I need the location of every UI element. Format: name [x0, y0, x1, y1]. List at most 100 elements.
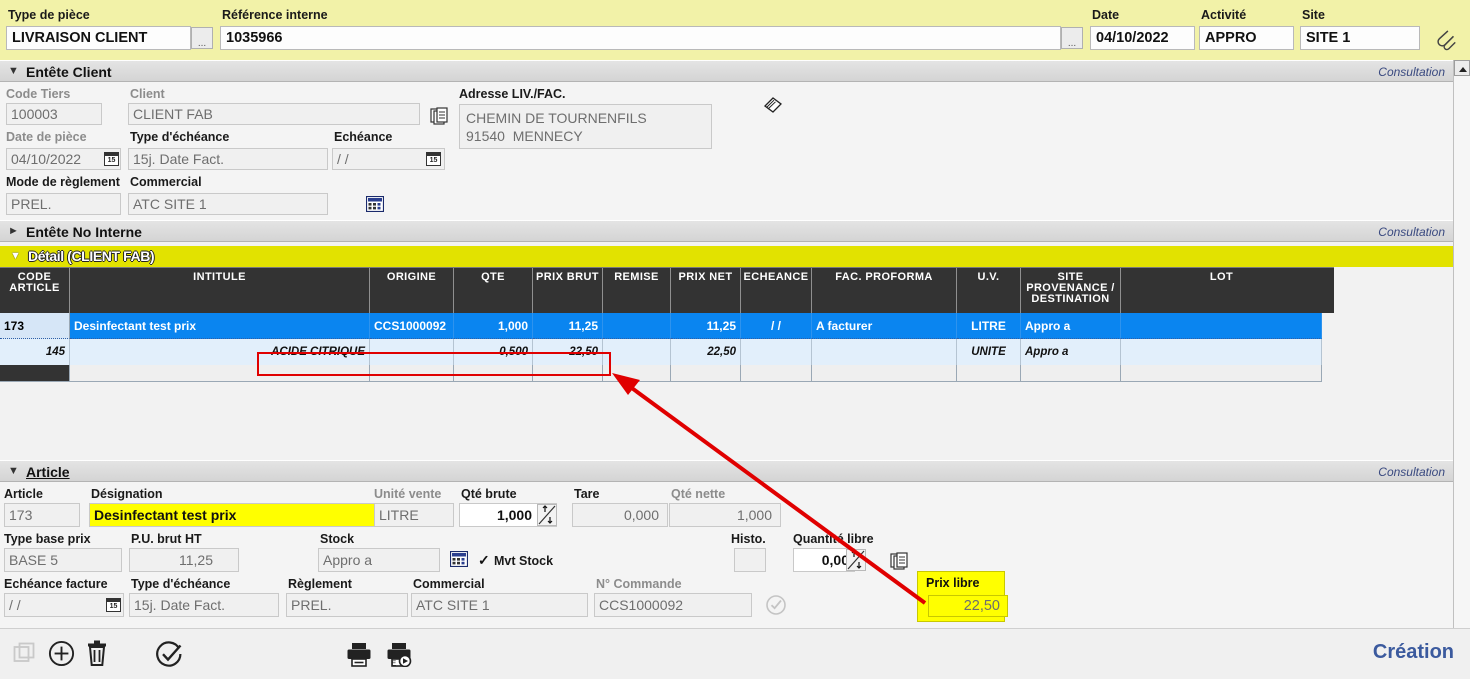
section-header-entete-no-interne[interactable]: ► Entête No Interne Consultation	[0, 220, 1455, 242]
grid-col-header-10[interactable]: SITE PROVENANCE / DESTINATION	[1021, 268, 1121, 313]
spinner-updown-icon[interactable]	[537, 504, 557, 526]
address-book-icon[interactable]	[762, 94, 784, 116]
grid-cell[interactable]: 11,25	[533, 313, 603, 339]
grid-cell[interactable]	[1121, 313, 1322, 339]
grid-cell[interactable]: CCS1000092	[370, 313, 454, 339]
calendar-icon-echeance-facture[interactable]: 15	[106, 598, 121, 612]
grid-col-header-7[interactable]: ECHEANCE	[741, 268, 812, 313]
copy-lines-icon[interactable]	[890, 550, 910, 572]
check-circle-icon-article[interactable]	[765, 594, 787, 616]
trash-icon[interactable]	[85, 640, 109, 667]
mode-reglement-input[interactable]: PREL.	[6, 193, 121, 215]
add-icon[interactable]	[48, 640, 75, 667]
grid-cell[interactable]	[1121, 339, 1322, 365]
section-header-entete-client[interactable]: ▼ Entête Client Consultation	[0, 60, 1455, 82]
calendar-icon-date-piece[interactable]: 15	[104, 152, 119, 166]
grid-cell[interactable]	[741, 339, 812, 365]
table-row[interactable]	[0, 365, 1334, 382]
ref-interne-input[interactable]: 1035966	[220, 26, 1061, 50]
grid-cell[interactable]: Appro a	[1021, 339, 1121, 365]
grid-col-header-3[interactable]: QTE	[454, 268, 533, 313]
section-header-article[interactable]: ▼ Article Consultation	[0, 460, 1455, 482]
type-echeance-input[interactable]: 15j. Date Fact.	[128, 148, 328, 170]
reglement-input[interactable]: PREL.	[286, 593, 408, 617]
grid-cell[interactable]: 0,500	[454, 339, 533, 365]
grid-cell[interactable]	[671, 365, 741, 382]
grid-cell[interactable]: Appro a	[1021, 313, 1121, 339]
grid-cell[interactable]: 1,000	[454, 313, 533, 339]
article-input[interactable]: 173	[4, 503, 80, 527]
grid-cell[interactable]	[533, 365, 603, 382]
calculator-report-icon[interactable]	[366, 196, 384, 212]
grid-cell[interactable]: 11,25	[671, 313, 741, 339]
grid-cell[interactable]: ACIDE CITRIQUE	[70, 339, 370, 365]
commercial-article-input[interactable]: ATC SITE 1	[411, 593, 588, 617]
commercial-input[interactable]: ATC SITE 1	[128, 193, 328, 215]
code-tiers-input[interactable]: 100003	[6, 103, 102, 125]
histo-input[interactable]	[734, 548, 766, 572]
chevron-down-icon-detail[interactable]: ▼	[10, 250, 21, 262]
grid-cell[interactable]	[957, 365, 1021, 382]
grid-col-header-11[interactable]: LOT	[1121, 268, 1322, 313]
section-header-detail[interactable]: ▼ Détail (CLIENT FAB)	[0, 246, 1455, 267]
table-row[interactable]: 173 Desinfectant test prix CCS1000092 1,000…	[0, 313, 1334, 339]
grid-cell[interactable]	[1121, 365, 1322, 382]
ref-interne-lookup-button[interactable]: ...	[1061, 27, 1083, 49]
grid-cell[interactable]: LITRE	[957, 313, 1021, 339]
chevron-down-icon-article[interactable]: ▼	[8, 466, 19, 477]
print-send-icon[interactable]: E	[386, 642, 414, 667]
grid-col-header-4[interactable]: PRIX BRUT	[533, 268, 603, 313]
grid-cell[interactable]	[741, 365, 812, 382]
grid-cell[interactable]	[603, 313, 671, 339]
type-piece-lookup-button[interactable]: ...	[191, 27, 213, 49]
copy-document-icon[interactable]	[430, 106, 450, 126]
grid-cell[interactable]: 22,50	[671, 339, 741, 365]
site-input[interactable]: SITE 1	[1300, 26, 1420, 50]
grid-cell[interactable]	[812, 339, 957, 365]
no-commande-input[interactable]: CCS1000092	[594, 593, 752, 617]
grid-col-header-2[interactable]: ORIGINE	[370, 268, 454, 313]
grid-col-header-6[interactable]: PRIX NET	[671, 268, 741, 313]
grid-cell[interactable]	[70, 365, 370, 382]
calendar-icon-echeance[interactable]: 15	[426, 152, 441, 166]
grid-cell[interactable]	[370, 365, 454, 382]
grid-cell[interactable]	[812, 365, 957, 382]
table-row[interactable]: 145 ACIDE CITRIQUE 0,500 22,50 22,50 UNITE App…	[0, 339, 1334, 365]
grid-cell[interactable]: UNITE	[957, 339, 1021, 365]
scroll-up-button[interactable]	[1454, 60, 1470, 76]
grid-cell[interactable]	[0, 365, 70, 382]
grid-cell[interactable]	[1021, 365, 1121, 382]
grid-cell[interactable]	[370, 339, 454, 365]
grid-col-header-9[interactable]: U.V.	[957, 268, 1021, 313]
prix-libre-value[interactable]: 22,50	[928, 595, 1008, 617]
grid-cell[interactable]	[603, 365, 671, 382]
activite-input[interactable]: APPRO	[1199, 26, 1294, 50]
spinner-updown-icon-qte-libre[interactable]	[846, 549, 866, 571]
grid-col-header-5[interactable]: REMISE	[603, 268, 671, 313]
chevron-down-icon[interactable]: ▼	[8, 66, 19, 77]
type-echeance-article-input[interactable]: 15j. Date Fact.	[129, 593, 279, 617]
stock-input[interactable]: Appro a	[318, 548, 440, 572]
grid-col-header-8[interactable]: FAC. PROFORMA	[812, 268, 957, 313]
duplicate-icon[interactable]	[13, 642, 37, 666]
grid-cell[interactable]	[603, 339, 671, 365]
vertical-scrollbar-track[interactable]	[1453, 60, 1470, 628]
grid-cell[interactable]: / /	[741, 313, 812, 339]
grid-col-header-0[interactable]: CODE ARTICLE	[0, 268, 70, 313]
type-piece-input[interactable]: LIVRAISON CLIENT	[6, 26, 191, 50]
date-input[interactable]: 04/10/2022	[1090, 26, 1195, 50]
pu-brut-ht-input[interactable]: 11,25	[129, 548, 239, 572]
mvt-stock-checkbox[interactable]: ✓	[478, 552, 490, 569]
adresse-liv-fac-textarea[interactable]: CHEMIN DE TOURNENFILS 91540 MENNECY	[459, 104, 712, 149]
tare-input[interactable]: 0,000	[572, 503, 668, 527]
chevron-right-icon[interactable]: ►	[8, 226, 19, 237]
validate-icon[interactable]	[155, 640, 183, 668]
grid-cell[interactable]: Desinfectant test prix	[70, 313, 370, 339]
grid-cell[interactable]: 145	[0, 339, 70, 365]
type-base-prix-input[interactable]: BASE 5	[4, 548, 122, 572]
paperclip-icon[interactable]	[1436, 30, 1458, 52]
client-input[interactable]: CLIENT FAB	[128, 103, 420, 125]
grid-cell[interactable]	[454, 365, 533, 382]
grid-cell[interactable]: A facturer	[812, 313, 957, 339]
designation-input[interactable]: Desinfectant test prix	[89, 503, 377, 527]
